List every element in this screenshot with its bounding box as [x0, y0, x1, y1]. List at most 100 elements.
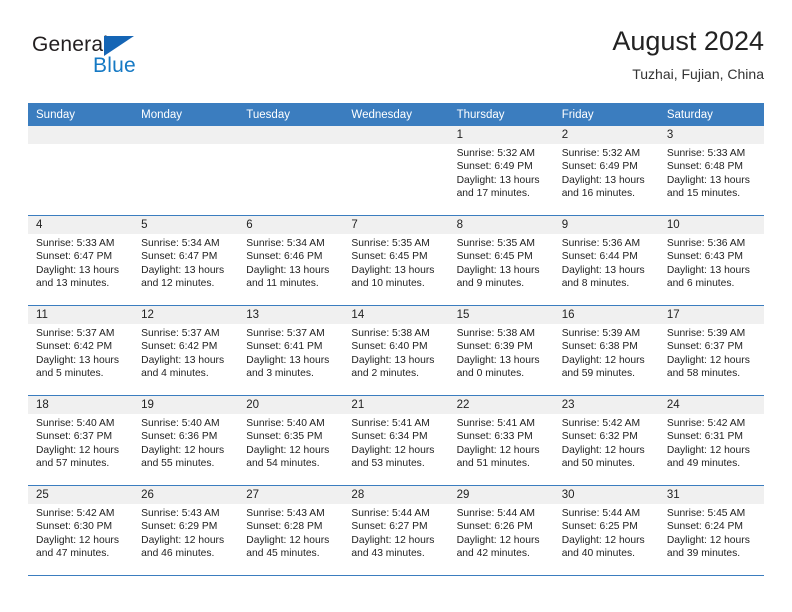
- calendar-day-cell[interactable]: 3 Sunrise: 5:33 AM Sunset: 6:48 PM Daylight…: [658, 126, 764, 216]
- daylight-text-line1: Daylight: 12 hours: [666, 444, 750, 456]
- sunrise-text: Sunrise: 5:35 AM: [456, 238, 535, 249]
- day-number: 30: [553, 486, 659, 504]
- daylight-text-line1: Daylight: 12 hours: [141, 534, 225, 546]
- daylight-text-line1: Daylight: 12 hours: [456, 534, 540, 546]
- daylight-text-line1: Daylight: 13 hours: [456, 264, 540, 276]
- daylight-text-line1: Daylight: 13 hours: [141, 264, 225, 276]
- daylight-text-line1: Daylight: 13 hours: [36, 264, 119, 276]
- calendar-day-cell[interactable]: 7 Sunrise: 5:35 AM Sunset: 6:45 PM Daylight…: [343, 215, 449, 306]
- calendar-day-cell[interactable]: 9 Sunrise: 5:36 AM Sunset: 6:44 PM Daylight…: [553, 215, 659, 306]
- calendar-day-cell[interactable]: 20 Sunrise: 5:40 AM Sunset: 6:35 PM Dayligh…: [238, 395, 344, 486]
- sunset-text: Sunset: 6:29 PM: [141, 521, 218, 533]
- calendar-day-cell[interactable]: 27 Sunrise: 5:43 AM Sunset: 6:28 PM Dayligh…: [238, 485, 344, 576]
- daylight-text-line2: and 59 minutes.: [561, 368, 635, 380]
- sunrise-text: Sunrise: 5:45 AM: [666, 508, 746, 519]
- calendar-day-cell[interactable]: 13 Sunrise: 5:37 AM Sunset: 6:41 PM Dayligh…: [238, 305, 344, 396]
- sunset-text: Sunset: 6:47 PM: [141, 251, 218, 263]
- sunrise-text: Sunrise: 5:40 AM: [141, 418, 220, 429]
- day-number: 4: [28, 216, 134, 234]
- day-sun-info: Sunrise: 5:43 AM Sunset: 6:29 PM Daylight:…: [133, 504, 238, 561]
- day-sun-info: Sunrise: 5:35 AM Sunset: 6:45 PM Daylight:…: [449, 234, 554, 291]
- day-number: 12: [133, 306, 239, 324]
- day-number: 26: [133, 486, 239, 504]
- day-number: 21: [343, 396, 449, 414]
- weekday-header-tuesday: Tuesday: [238, 103, 344, 126]
- daylight-text-line1: Daylight: 13 hours: [351, 264, 435, 276]
- day-sun-info: Sunrise: 5:38 AM Sunset: 6:40 PM Daylight:…: [343, 324, 448, 381]
- calendar-day-cell[interactable]: 30 Sunrise: 5:44 AM Sunset: 6:25 PM Dayligh…: [553, 485, 659, 576]
- page-title: August 2024: [612, 26, 764, 56]
- sunrise-text: Sunrise: 5:39 AM: [666, 328, 746, 339]
- daylight-text-line2: and 10 minutes.: [351, 278, 425, 290]
- calendar-cell-empty: [343, 126, 449, 216]
- day-sun-info: Sunrise: 5:42 AM Sunset: 6:32 PM Daylight:…: [554, 414, 659, 471]
- day-sun-info: Sunrise: 5:35 AM Sunset: 6:45 PM Daylight:…: [343, 234, 448, 291]
- page-header: General Blue August 2024 Tuzhai, Fujian,…: [28, 24, 764, 98]
- day-number: 22: [448, 396, 554, 414]
- sunset-text: Sunset: 6:43 PM: [666, 251, 743, 263]
- calendar-day-cell[interactable]: 5 Sunrise: 5:34 AM Sunset: 6:47 PM Daylight…: [133, 215, 239, 306]
- calendar-day-cell[interactable]: 19 Sunrise: 5:40 AM Sunset: 6:36 PM Dayligh…: [133, 395, 239, 486]
- calendar-day-cell[interactable]: 1 Sunrise: 5:32 AM Sunset: 6:49 PM Daylight…: [448, 126, 554, 216]
- sunset-text: Sunset: 6:27 PM: [351, 521, 428, 533]
- calendar-day-cell[interactable]: 16 Sunrise: 5:39 AM Sunset: 6:38 PM Dayligh…: [553, 305, 659, 396]
- calendar-day-cell[interactable]: 2 Sunrise: 5:32 AM Sunset: 6:49 PM Daylight…: [553, 126, 659, 216]
- sunset-text: Sunset: 6:26 PM: [456, 521, 533, 533]
- calendar-day-cell[interactable]: 23 Sunrise: 5:42 AM Sunset: 6:32 PM Dayligh…: [553, 395, 659, 486]
- sunset-text: Sunset: 6:32 PM: [561, 431, 638, 443]
- sunrise-text: Sunrise: 5:44 AM: [561, 508, 641, 519]
- calendar-day-cell[interactable]: 31 Sunrise: 5:45 AM Sunset: 6:24 PM Dayligh…: [658, 485, 764, 576]
- logo-word-general: General: [32, 33, 109, 56]
- day-number: 31: [658, 486, 764, 504]
- daylight-text-line1: Daylight: 13 hours: [351, 354, 435, 366]
- day-number: 9: [553, 216, 659, 234]
- calendar-day-cell[interactable]: 6 Sunrise: 5:34 AM Sunset: 6:46 PM Daylight…: [238, 215, 344, 306]
- day-cell-inner: 2 Sunrise: 5:32 AM Sunset: 6:49 PM Daylight…: [553, 126, 659, 215]
- calendar-day-cell[interactable]: 21 Sunrise: 5:41 AM Sunset: 6:34 PM Dayligh…: [343, 395, 449, 486]
- sunset-text: Sunset: 6:40 PM: [351, 341, 428, 353]
- day-cell-inner: 13 Sunrise: 5:37 AM Sunset: 6:41 PM Dayligh…: [238, 306, 344, 395]
- day-cell-inner: 21 Sunrise: 5:41 AM Sunset: 6:34 PM Dayligh…: [343, 396, 449, 485]
- calendar-day-cell[interactable]: 11 Sunrise: 5:37 AM Sunset: 6:42 PM Dayligh…: [28, 305, 134, 396]
- daylight-text-line1: Daylight: 12 hours: [36, 444, 119, 456]
- calendar-day-cell[interactable]: 4 Sunrise: 5:33 AM Sunset: 6:47 PM Daylight…: [28, 215, 134, 306]
- calendar-day-cell[interactable]: 24 Sunrise: 5:42 AM Sunset: 6:31 PM Dayligh…: [658, 395, 764, 486]
- weekday-header-thursday: Thursday: [448, 103, 554, 126]
- sunrise-text: Sunrise: 5:39 AM: [561, 328, 641, 339]
- daylight-text-line2: and 50 minutes.: [561, 458, 635, 470]
- day-sun-info: Sunrise: 5:42 AM Sunset: 6:30 PM Daylight:…: [28, 504, 133, 561]
- day-number: 25: [28, 486, 134, 504]
- calendar-day-cell[interactable]: 12 Sunrise: 5:37 AM Sunset: 6:42 PM Dayligh…: [133, 305, 239, 396]
- sunrise-text: Sunrise: 5:36 AM: [666, 238, 746, 249]
- calendar-cell-empty: [28, 126, 134, 216]
- calendar-day-cell[interactable]: 15 Sunrise: 5:38 AM Sunset: 6:39 PM Dayligh…: [448, 305, 554, 396]
- day-sun-info: Sunrise: 5:37 AM Sunset: 6:41 PM Daylight:…: [238, 324, 343, 381]
- calendar-day-cell[interactable]: 18 Sunrise: 5:40 AM Sunset: 6:37 PM Dayligh…: [28, 395, 134, 486]
- day-cell-inner: 5 Sunrise: 5:34 AM Sunset: 6:47 PM Daylight…: [133, 216, 239, 305]
- daylight-text-line1: Daylight: 13 hours: [246, 354, 330, 366]
- daylight-text-line1: Daylight: 13 hours: [456, 354, 540, 366]
- daylight-text-line2: and 8 minutes.: [561, 278, 630, 290]
- calendar-day-cell[interactable]: 25 Sunrise: 5:42 AM Sunset: 6:30 PM Dayligh…: [28, 485, 134, 576]
- calendar-day-cell[interactable]: 10 Sunrise: 5:36 AM Sunset: 6:43 PM Dayligh…: [658, 215, 764, 306]
- calendar-day-cell[interactable]: 14 Sunrise: 5:38 AM Sunset: 6:40 PM Dayligh…: [343, 305, 449, 396]
- calendar-day-cell[interactable]: 17 Sunrise: 5:39 AM Sunset: 6:37 PM Dayligh…: [658, 305, 764, 396]
- sunrise-text: Sunrise: 5:43 AM: [141, 508, 220, 519]
- calendar-week-row: 18 Sunrise: 5:40 AM Sunset: 6:37 PM Dayligh…: [28, 395, 764, 486]
- calendar-day-cell[interactable]: 26 Sunrise: 5:43 AM Sunset: 6:29 PM Dayligh…: [133, 485, 239, 576]
- day-sun-info: Sunrise: 5:32 AM Sunset: 6:49 PM Daylight:…: [554, 144, 659, 201]
- calendar-week-row: 1 Sunrise: 5:32 AM Sunset: 6:49 PM Daylight…: [28, 126, 764, 216]
- daylight-text-line1: Daylight: 12 hours: [141, 444, 225, 456]
- general-blue-logo[interactable]: General Blue: [32, 34, 212, 86]
- calendar-day-cell[interactable]: 8 Sunrise: 5:35 AM Sunset: 6:45 PM Daylight…: [448, 215, 554, 306]
- calendar-day-cell[interactable]: 28 Sunrise: 5:44 AM Sunset: 6:27 PM Dayligh…: [343, 485, 449, 576]
- sunset-text: Sunset: 6:38 PM: [561, 341, 638, 353]
- day-sun-info: Sunrise: 5:36 AM Sunset: 6:44 PM Daylight:…: [554, 234, 659, 291]
- calendar-day-cell[interactable]: 22 Sunrise: 5:41 AM Sunset: 6:33 PM Dayligh…: [448, 395, 554, 486]
- day-cell-inner: 3 Sunrise: 5:33 AM Sunset: 6:48 PM Daylight…: [658, 126, 764, 215]
- daylight-text-line1: Daylight: 13 hours: [666, 264, 750, 276]
- calendar-day-cell[interactable]: 29 Sunrise: 5:44 AM Sunset: 6:26 PM Dayligh…: [448, 485, 554, 576]
- day-cell-inner: 7 Sunrise: 5:35 AM Sunset: 6:45 PM Daylight…: [343, 216, 449, 305]
- weekday-header-monday: Monday: [133, 103, 239, 126]
- weekday-header-saturday: Saturday: [658, 103, 764, 126]
